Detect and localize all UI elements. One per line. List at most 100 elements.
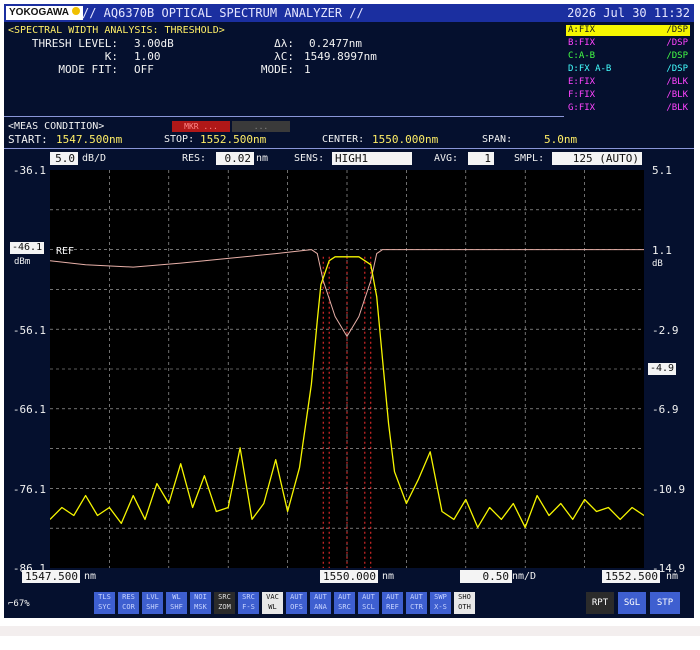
trace-label: E:FIX	[568, 77, 596, 87]
trace-row-f[interactable]: F:FIX/BLK	[566, 90, 690, 101]
softkey-wl-shf[interactable]: WL SHF	[166, 592, 187, 614]
trace-row-g[interactable]: G:FIX/BLK	[566, 103, 690, 114]
softkey-aut-ref[interactable]: AUT REF	[382, 592, 403, 614]
spectrum-plot[interactable]: REF	[50, 170, 644, 568]
sens-field[interactable]: HIGH1	[332, 152, 412, 165]
meas-condition-header: <MEAS CONDITION>	[8, 121, 105, 132]
softkey-aut-ofs[interactable]: AUT OFS	[286, 592, 307, 614]
y-tick-label: -36.1	[12, 164, 46, 177]
trace-row-c[interactable]: C:A-B/DSP	[566, 51, 690, 62]
x-start-unit: nm	[84, 571, 97, 582]
trace-label: B:FIX	[568, 38, 596, 48]
trace-list: A:FIX/DSP B:FIX/DSP C:A-B/DSP D:FX A-B/DSP E…	[566, 24, 692, 120]
softkey-noi-msk[interactable]: NOI MSK	[190, 592, 211, 614]
page-footer	[0, 620, 700, 650]
trace-state: /DSP	[666, 51, 688, 61]
secondary-display-button[interactable]: ...	[232, 121, 290, 132]
y2-unit: dB	[652, 259, 663, 269]
osa-screen: YOKOGAWA // AQ6370B OPTICAL SPECTRUM ANA…	[4, 4, 694, 618]
yokogawa-logo: YOKOGAWA	[6, 6, 84, 20]
analysis-header: <SPECTRAL WIDTH ANALYSIS: THRESHOLD>	[8, 25, 225, 36]
ref-unit: dBm	[14, 257, 31, 267]
right-marker-box[interactable]: -4.9	[648, 363, 677, 375]
trace-label: C:A-B	[568, 51, 596, 61]
delta-lambda-label: Δλ:	[274, 37, 294, 50]
sweep-sgl-button[interactable]: SGL	[618, 592, 646, 614]
avg-field[interactable]: 1	[468, 152, 494, 165]
marker-display-button[interactable]: MKR ...	[172, 121, 230, 132]
footer-band	[0, 626, 700, 636]
lambda-c-value: 1549.8997nm	[304, 50, 377, 63]
title-bar: YOKOGAWA // AQ6370B OPTICAL SPECTRUM ANA…	[4, 4, 694, 22]
x-center-unit: nm	[382, 571, 395, 582]
start-label: START:	[8, 133, 48, 146]
trace-row-a[interactable]: A:FIX/DSP	[566, 25, 690, 36]
res-field[interactable]: 0.02	[216, 152, 254, 165]
softkey-src-zom[interactable]: SRC ZOM	[214, 592, 235, 614]
brand-name: YOKOGAWA	[9, 7, 70, 18]
scale-field[interactable]: 5.0	[50, 152, 78, 165]
avg-label: AVG:	[434, 153, 459, 164]
logo-dot-icon	[72, 7, 81, 15]
mode-label: MODE:	[260, 63, 294, 76]
softkey-sho-oth[interactable]: SHO OTH	[454, 592, 475, 614]
y-tick-label: -66.1	[12, 403, 46, 416]
span-label: SPAN:	[482, 134, 513, 145]
memory-value: 67%	[13, 599, 30, 609]
thresh-level-label: THRESH LEVEL:	[31, 37, 118, 50]
stop-label: STOP:	[164, 134, 195, 145]
y2-tick-label: 5.1	[652, 164, 672, 177]
meas-divider	[4, 148, 694, 149]
window-title: // AQ6370B OPTICAL SPECTRUM ANALYZER //	[82, 6, 364, 20]
softkey-aut-src[interactable]: AUT SRC	[334, 592, 355, 614]
stop-value: 1552.500nm	[200, 133, 267, 146]
lambda-c-label: λC:	[274, 50, 294, 63]
scale-unit: dB/D	[82, 153, 107, 164]
span-value: 5.0nm	[544, 133, 578, 146]
y2-tick-label: -2.9	[652, 324, 679, 337]
softkey-swp-x-s[interactable]: SWP X-S	[430, 592, 451, 614]
trace-label: D:FX A-B	[568, 64, 612, 74]
thresh-level-value: 3.00dB	[134, 37, 174, 50]
delta-lambda-value: 0.2477nm	[309, 37, 362, 50]
softkey-aut-ctr[interactable]: AUT CTR	[406, 592, 427, 614]
softkey-aut-scl[interactable]: AUT SCL	[358, 592, 379, 614]
mode-value: 1	[304, 63, 311, 76]
x-perdiv-unit: nm/D	[512, 571, 537, 582]
res-label: RES:	[182, 153, 207, 164]
k-value: 1.00	[134, 50, 161, 63]
res-unit: nm	[256, 153, 269, 164]
trace-state: /BLK	[666, 77, 688, 87]
start-value: 1547.500nm	[56, 133, 123, 146]
smpl-field[interactable]: 125 (AUTO)	[552, 152, 642, 165]
memory-status: ⌐67%	[8, 598, 30, 611]
header-divider	[4, 116, 564, 117]
softkey-vac-wl[interactable]: VAC WL	[262, 592, 283, 614]
x-start-field[interactable]: 1547.500	[22, 570, 80, 583]
x-stop-unit: nm	[666, 571, 679, 582]
smpl-label: SMPL:	[514, 153, 545, 164]
softkey-aut-ana[interactable]: AUT ANA	[310, 592, 331, 614]
trace-state: /DSP	[666, 38, 688, 48]
trace-state: /BLK	[666, 90, 688, 100]
softkey-src-f-s[interactable]: SRC F-S	[238, 592, 259, 614]
sweep-rpt-button[interactable]: RPT	[586, 592, 614, 614]
trace-row-b[interactable]: B:FIX/DSP	[566, 38, 690, 49]
ref-level-box[interactable]: -46.1	[10, 242, 45, 254]
center-label: CENTER:	[322, 134, 365, 145]
softkey-res-cor[interactable]: RES COR	[118, 592, 139, 614]
softkey-tls-syc[interactable]: TLS SYC	[94, 592, 115, 614]
softkey-lvl-shf[interactable]: LVL SHF	[142, 592, 163, 614]
mode-fit-value: OFF	[134, 63, 154, 76]
k-label: K:	[104, 50, 118, 63]
trace-label: A:FIX	[568, 25, 596, 35]
trace-row-e[interactable]: E:FIX/BLK	[566, 77, 690, 88]
x-perdiv-field[interactable]: 0.50	[460, 570, 512, 583]
x-center-field[interactable]: 1550.000	[320, 570, 378, 583]
trace-state: /DSP	[666, 25, 688, 35]
sweep-stp-button[interactable]: STP	[650, 592, 680, 614]
x-stop-field[interactable]: 1552.500	[602, 570, 660, 583]
y2-tick-label: 1.1	[652, 244, 672, 257]
sens-label: SENS:	[294, 153, 325, 164]
trace-row-d[interactable]: D:FX A-B/DSP	[566, 64, 690, 75]
